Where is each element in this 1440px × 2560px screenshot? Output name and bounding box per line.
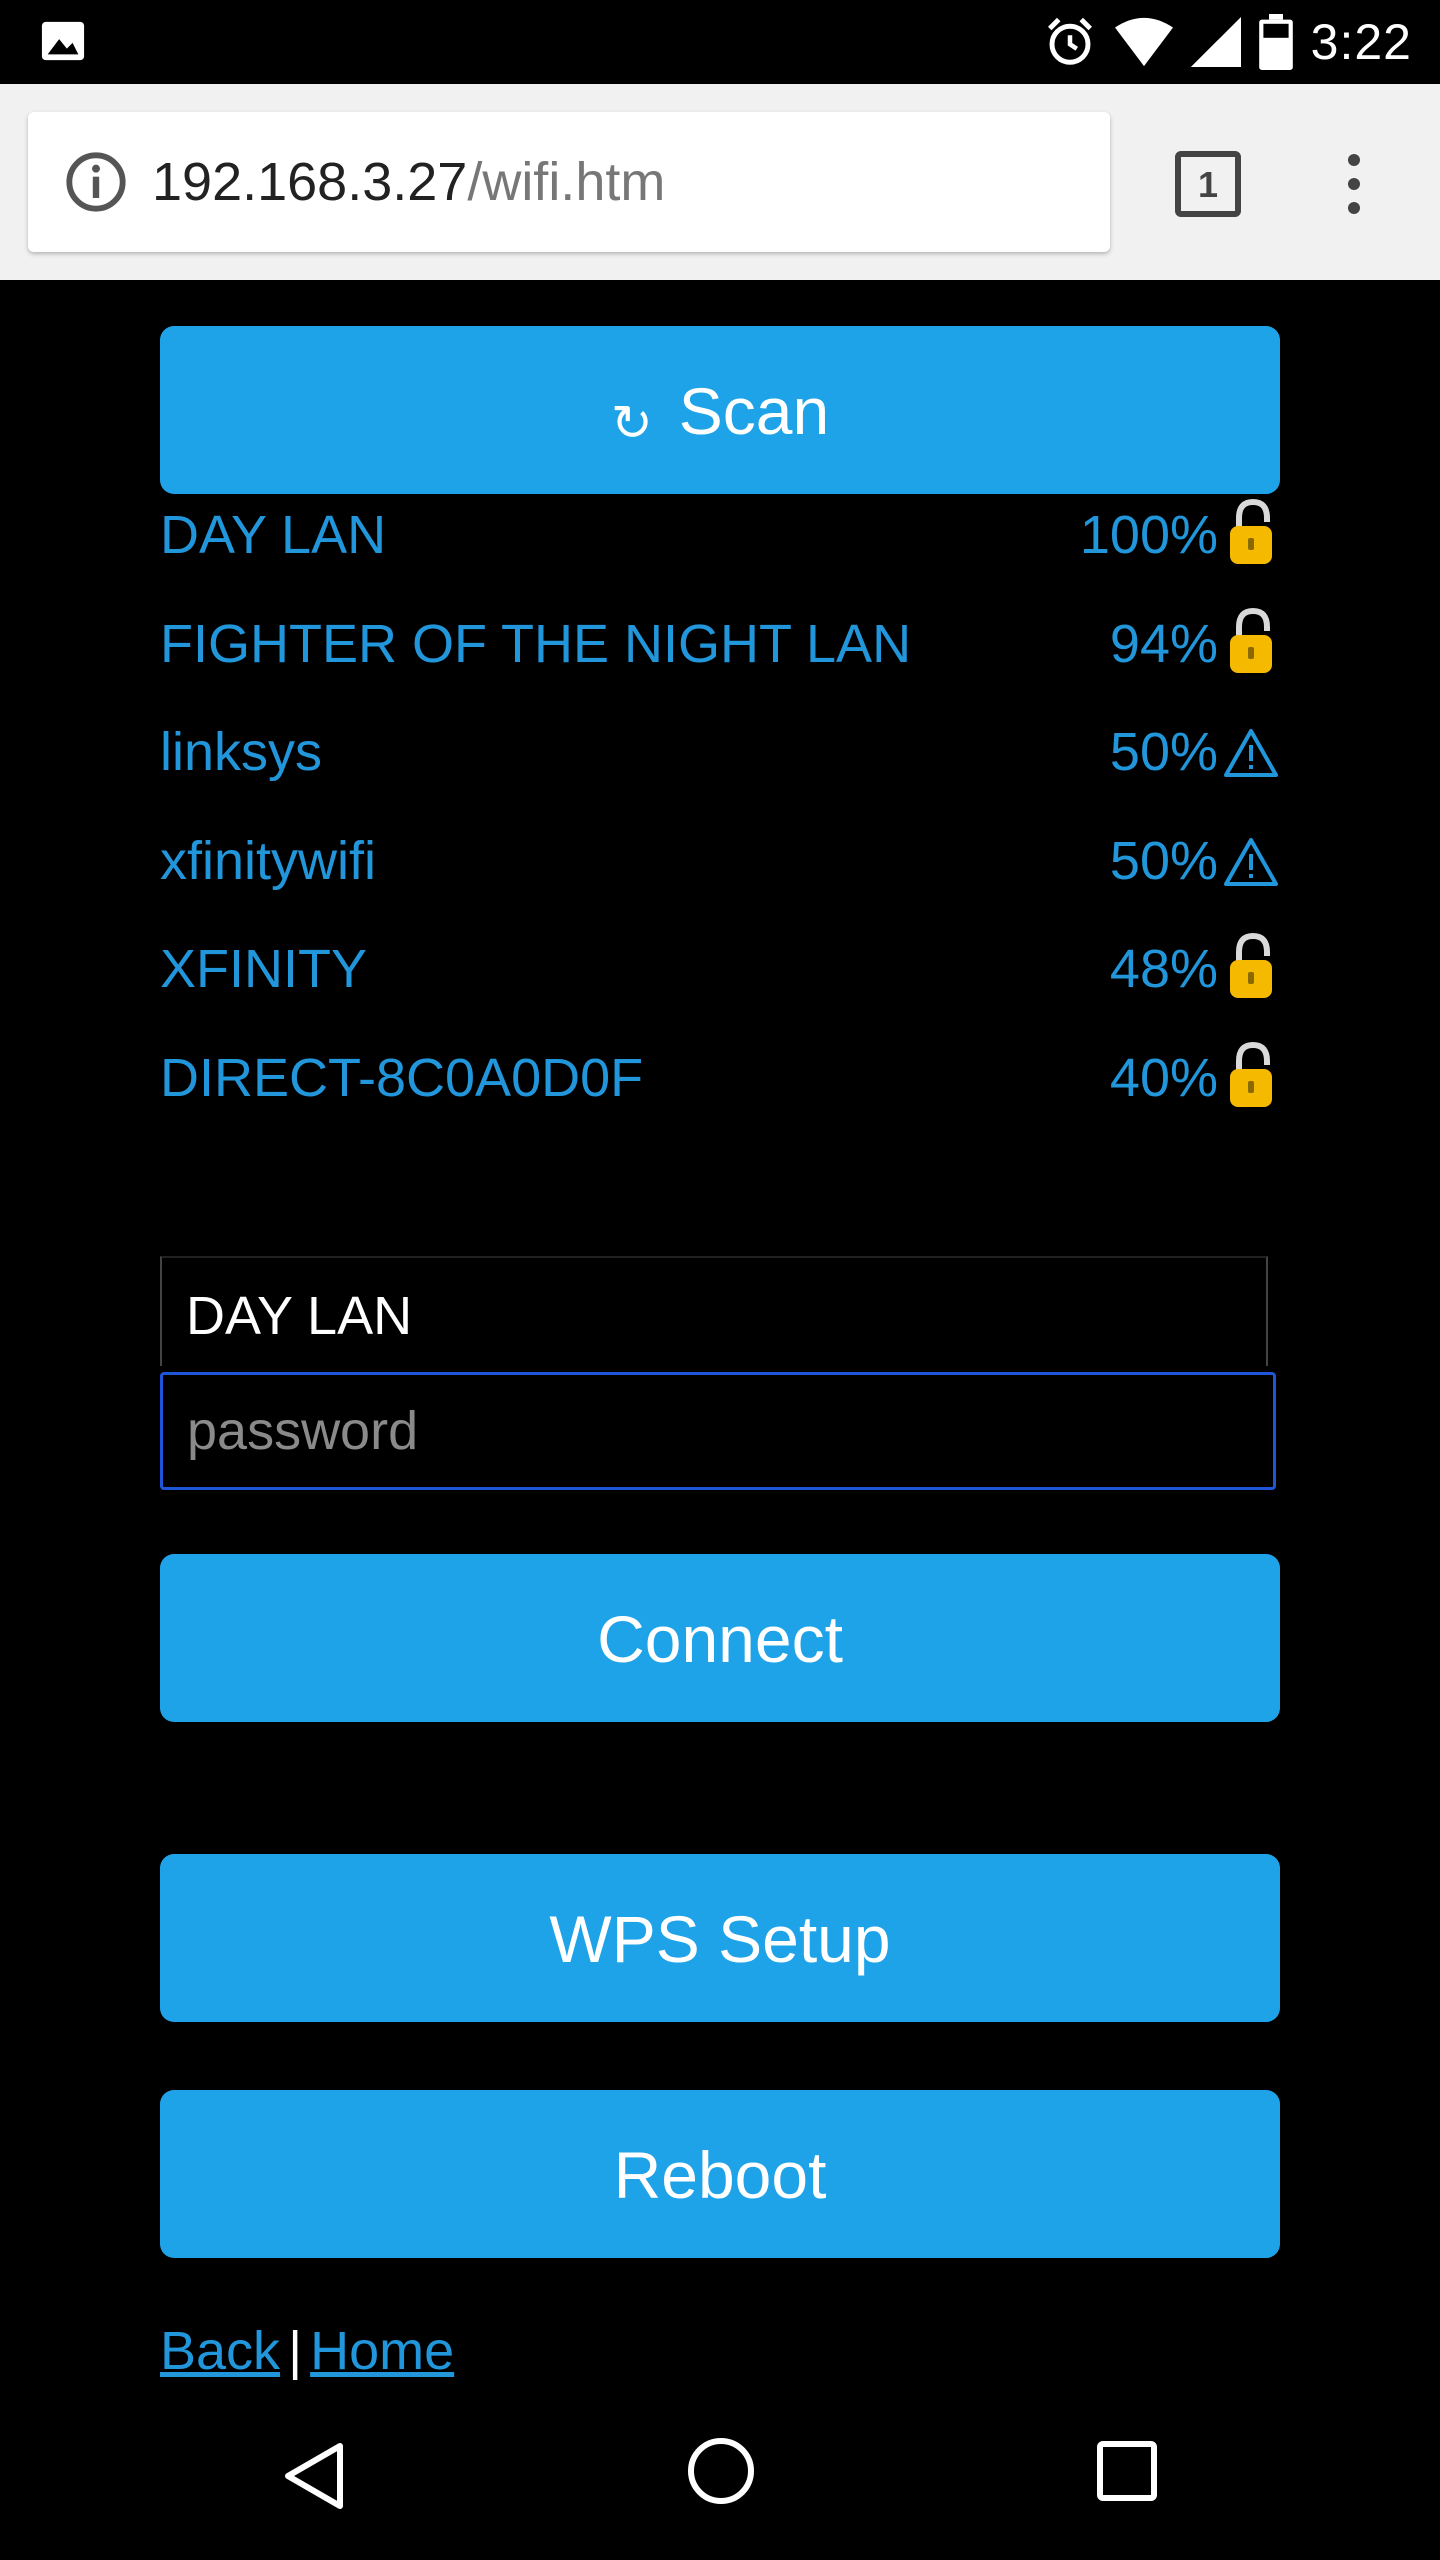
network-signal: 50% — [1109, 830, 1218, 891]
connect-button[interactable]: Connect — [160, 1554, 1280, 1722]
scan-button[interactable]: ↻ Scan — [160, 326, 1280, 494]
warning-icon — [1222, 816, 1280, 906]
cell-signal-icon — [1190, 17, 1241, 67]
network-row[interactable]: DAY LAN 100% — [160, 490, 1280, 580]
network-row[interactable]: linksys 50% — [160, 707, 1280, 797]
alarm-icon — [1047, 17, 1092, 65]
network-signal: 50% — [1109, 722, 1218, 782]
home-link[interactable]: Home — [310, 2321, 454, 2381]
scan-button-label: Scan — [678, 374, 830, 448]
url-path: /wifi.htm — [467, 152, 666, 212]
url-text[interactable]: 192.168.3.27/wifi.htm — [152, 144, 665, 220]
gallery-notification-icon — [41, 21, 85, 61]
back-nav-icon[interactable] — [282, 2440, 346, 2512]
battery-icon — [1258, 14, 1293, 70]
status-bar: 3:22 — [0, 0, 1440, 84]
tab-switcher-button[interactable]: 1 — [1174, 150, 1242, 218]
back-link[interactable]: Back — [160, 2321, 280, 2381]
clock: 3:22 — [1310, 14, 1412, 70]
network-ssid[interactable]: linksys — [160, 707, 322, 797]
wps-setup-button[interactable]: WPS Setup — [160, 1854, 1280, 2022]
password-input[interactable] — [160, 1372, 1276, 1490]
system-nav-bar — [0, 2392, 1440, 2560]
lock-icon — [1222, 924, 1280, 1014]
network-ssid[interactable]: DIRECT-8C0A0D0F — [160, 1033, 643, 1123]
recents-nav-icon[interactable] — [1096, 2440, 1158, 2502]
refresh-icon: ↻ — [610, 395, 653, 451]
browser-toolbar: 192.168.3.27/wifi.htm 1 — [0, 84, 1440, 280]
network-row[interactable]: FIGHTER OF THE NIGHT LAN 94% — [160, 599, 1280, 689]
lock-icon — [1222, 490, 1280, 580]
url-host: 192.168.3.27 — [152, 152, 468, 212]
wifi-signal-icon — [1114, 17, 1173, 67]
network-ssid[interactable]: XFINITY — [160, 924, 367, 1014]
more-vert-icon — [1348, 154, 1360, 214]
reboot-button[interactable]: Reboot — [160, 2090, 1280, 2258]
footer-links: Back | Home — [160, 2320, 454, 2382]
network-signal: 48% — [1109, 939, 1218, 999]
network-row[interactable]: DIRECT-8C0A0D0F 40% — [160, 1033, 1280, 1123]
tab-count: 1 — [1198, 164, 1218, 205]
network-ssid[interactable]: xfinitywifi — [160, 816, 376, 906]
network-ssid[interactable]: FIGHTER OF THE NIGHT LAN — [160, 599, 911, 689]
tab-switcher-icon: 1 — [1175, 151, 1241, 217]
network-row[interactable]: XFINITY 48% — [160, 924, 1280, 1014]
warning-icon — [1222, 707, 1280, 797]
network-signal: 94% — [1109, 613, 1218, 674]
network-ssid[interactable]: DAY LAN — [160, 490, 386, 580]
lock-icon — [1222, 599, 1280, 689]
ssid-field[interactable]: DAY LAN — [160, 1256, 1268, 1366]
home-nav-icon[interactable] — [686, 2436, 756, 2506]
info-icon[interactable] — [64, 150, 128, 214]
lock-icon — [1222, 1033, 1280, 1123]
overflow-menu-button[interactable] — [1330, 150, 1378, 218]
link-separator: | — [288, 2321, 303, 2381]
address-bar[interactable]: 192.168.3.27/wifi.htm — [28, 112, 1110, 252]
network-row[interactable]: xfinitywifi 50% — [160, 816, 1280, 906]
network-signal: 100% — [1079, 505, 1218, 565]
network-signal: 40% — [1109, 1047, 1218, 1108]
